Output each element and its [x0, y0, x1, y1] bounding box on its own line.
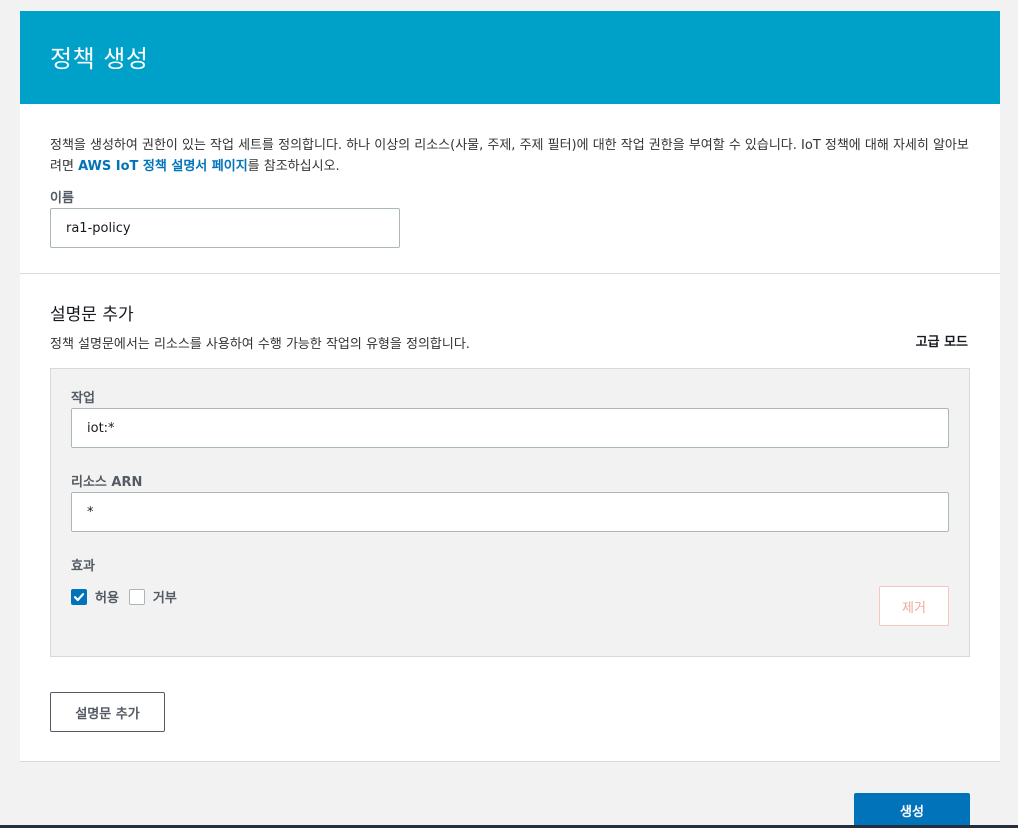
- effect-label: 효과: [71, 559, 95, 574]
- remove-statement-button[interactable]: 제거: [879, 586, 949, 626]
- action-label: 작업: [71, 391, 95, 406]
- create-policy-panel: 정책 생성 정책을 생성하여 권한이 있는 작업 세트를 정의합니다. 하나 이…: [20, 11, 1000, 828]
- intro-text-end: 를 참조하십시오.: [247, 159, 340, 174]
- resource-arn-label: 리소스 ARN: [71, 475, 143, 490]
- create-button[interactable]: 생성: [854, 793, 970, 828]
- section-divider: [20, 273, 1000, 274]
- allow-label[interactable]: 허용: [95, 587, 119, 606]
- add-statements-title: 설명문 추가: [50, 305, 134, 325]
- advanced-mode-link[interactable]: 고급 모드: [916, 331, 968, 350]
- effect-options: 허용 거부: [71, 587, 187, 606]
- deny-label[interactable]: 거부: [153, 587, 177, 606]
- checkmark-icon: [73, 592, 85, 601]
- action-input[interactable]: [71, 408, 949, 448]
- resource-arn-input[interactable]: [71, 492, 949, 532]
- intro-text: 정책을 생성하여 권한이 있는 작업 세트를 정의합니다. 하나 이상의 리소스…: [50, 135, 980, 177]
- name-label: 이름: [50, 191, 74, 206]
- deny-checkbox[interactable]: [128, 588, 145, 605]
- page-title: 정책 생성: [50, 45, 149, 73]
- add-statement-button[interactable]: 설명문 추가: [50, 692, 165, 732]
- policy-name-input[interactable]: [50, 208, 400, 248]
- panel-header: 정책 생성: [20, 11, 1000, 104]
- iot-policy-docs-link[interactable]: AWS IoT 정책 설명서 페이지: [78, 159, 248, 174]
- panel-footer: 생성: [20, 762, 1000, 828]
- policy-statement: 작업 리소스 ARN 효과 허용 거부 제거: [50, 368, 970, 657]
- statements-description: 정책 설명문에서는 리소스를 사용하여 수행 가능한 작업의 유형을 정의합니다…: [50, 337, 470, 352]
- allow-checkbox[interactable]: [71, 588, 87, 605]
